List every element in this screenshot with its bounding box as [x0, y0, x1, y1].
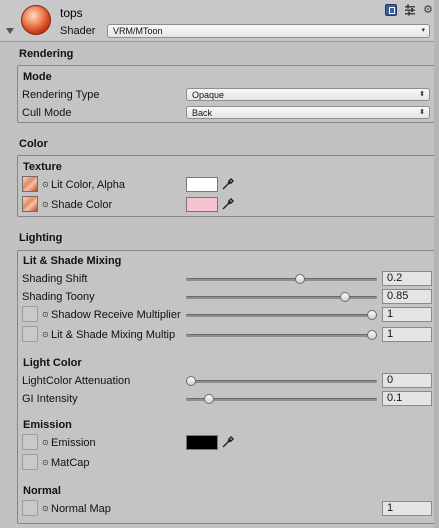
- object-picker-icon[interactable]: ⊙: [42, 438, 49, 447]
- help-book-icon[interactable]: [385, 4, 397, 16]
- object-picker-icon[interactable]: ⊙: [42, 504, 49, 513]
- shading-shift-label: Shading Shift: [22, 273, 88, 285]
- normal-map-scale-field[interactable]: 1: [382, 501, 432, 516]
- shading-shift-slider-track[interactable]: [186, 278, 377, 281]
- shadow-receive-texture-slot[interactable]: [22, 306, 38, 322]
- cull-mode-value: Back: [192, 108, 213, 118]
- cull-mode-dropdown[interactable]: Back ⬍: [186, 106, 430, 119]
- shading-toony-slider-knob[interactable]: [339, 292, 350, 302]
- normal-map-texture-slot[interactable]: [22, 500, 38, 516]
- texture-title: Texture: [23, 161, 62, 173]
- attenuation-slider-track[interactable]: [186, 380, 377, 383]
- attenuation-label: LightColor Attenuation: [22, 375, 131, 387]
- rendering-type-dropdown[interactable]: Opaque ⬍: [186, 88, 430, 101]
- mode-title: Mode: [23, 71, 52, 83]
- section-title-color: Color: [19, 138, 48, 150]
- section-title-lighting: Lighting: [19, 232, 63, 244]
- emission-title: Emission: [23, 419, 72, 431]
- eyedropper-icon[interactable]: [221, 435, 235, 449]
- mixing-multiplier-texture-slot[interactable]: [22, 326, 38, 342]
- scrollbar-track[interactable]: [434, 0, 439, 528]
- shader-dropdown-value: VRM/MToon: [113, 26, 163, 36]
- shade-color-label: Shade Color: [51, 199, 113, 211]
- shading-shift-slider-knob[interactable]: [294, 274, 305, 284]
- matcap-texture-slot[interactable]: [22, 454, 38, 470]
- shadow-receive-label: Shadow Receive Multiplier: [51, 309, 181, 321]
- rendering-type-value: Opaque: [192, 90, 225, 100]
- lit-color-swatch[interactable]: [186, 177, 218, 192]
- chevron-down-icon: ▾: [421, 27, 425, 34]
- shadow-receive-slider-knob[interactable]: [367, 310, 377, 320]
- mixing-multiplier-slider-track[interactable]: [186, 334, 377, 337]
- material-preview-icon: [21, 5, 51, 35]
- lit-texture-slot[interactable]: [22, 176, 38, 192]
- gi-intensity-field[interactable]: 0.1: [382, 391, 432, 406]
- cull-mode-label: Cull Mode: [22, 107, 72, 119]
- matcap-label: MatCap: [51, 457, 90, 469]
- section-title-rendering: Rendering: [19, 48, 74, 60]
- gear-icon[interactable]: ⚙: [422, 4, 434, 16]
- shadow-receive-field[interactable]: 1: [382, 307, 432, 322]
- rendering-type-label: Rendering Type: [22, 89, 100, 101]
- normal-map-label: Normal Map: [51, 503, 111, 515]
- chevron-updown-icon: ⬍: [419, 109, 425, 116]
- shading-toony-label: Shading Toony: [22, 291, 95, 303]
- object-picker-icon[interactable]: ⊙: [42, 310, 49, 319]
- gi-intensity-slider-track[interactable]: [186, 398, 377, 401]
- object-picker-icon[interactable]: ⊙: [42, 458, 49, 467]
- mixing-multiplier-slider-knob[interactable]: [367, 330, 377, 340]
- shader-dropdown[interactable]: VRM/MToon ▾: [107, 24, 430, 38]
- shade-color-swatch[interactable]: [186, 197, 218, 212]
- lit-color-label: Lit Color, Alpha: [51, 179, 125, 191]
- eyedropper-icon[interactable]: [221, 197, 235, 211]
- mixing-multiplier-label: Lit & Shade Mixing Multip: [51, 329, 176, 341]
- attenuation-slider-knob[interactable]: [186, 376, 196, 386]
- emission-color-swatch[interactable]: [186, 435, 218, 450]
- light-color-title: Light Color: [23, 357, 82, 369]
- emission-texture-slot[interactable]: [22, 434, 38, 450]
- emission-label: Emission: [51, 437, 96, 449]
- eyedropper-icon[interactable]: [221, 177, 235, 191]
- chevron-updown-icon: ⬍: [419, 91, 425, 98]
- material-title: tops: [60, 6, 83, 20]
- shade-texture-slot[interactable]: [22, 196, 38, 212]
- shading-shift-field[interactable]: 0.2: [382, 271, 432, 286]
- shader-label: Shader: [60, 25, 96, 37]
- mixing-multiplier-field[interactable]: 1: [382, 327, 432, 342]
- normal-title: Normal: [23, 485, 61, 497]
- shadow-receive-slider-track[interactable]: [186, 314, 377, 317]
- object-picker-icon[interactable]: ⊙: [42, 180, 49, 189]
- presets-icon[interactable]: [404, 4, 416, 16]
- gi-intensity-label: GI Intensity: [22, 393, 78, 405]
- object-picker-icon[interactable]: ⊙: [42, 200, 49, 209]
- foldout-arrow-icon[interactable]: [6, 28, 14, 34]
- shading-toony-field[interactable]: 0.85: [382, 289, 432, 304]
- object-picker-icon[interactable]: ⊙: [42, 330, 49, 339]
- attenuation-field[interactable]: 0: [382, 373, 432, 388]
- mixing-title: Lit & Shade Mixing: [23, 255, 122, 267]
